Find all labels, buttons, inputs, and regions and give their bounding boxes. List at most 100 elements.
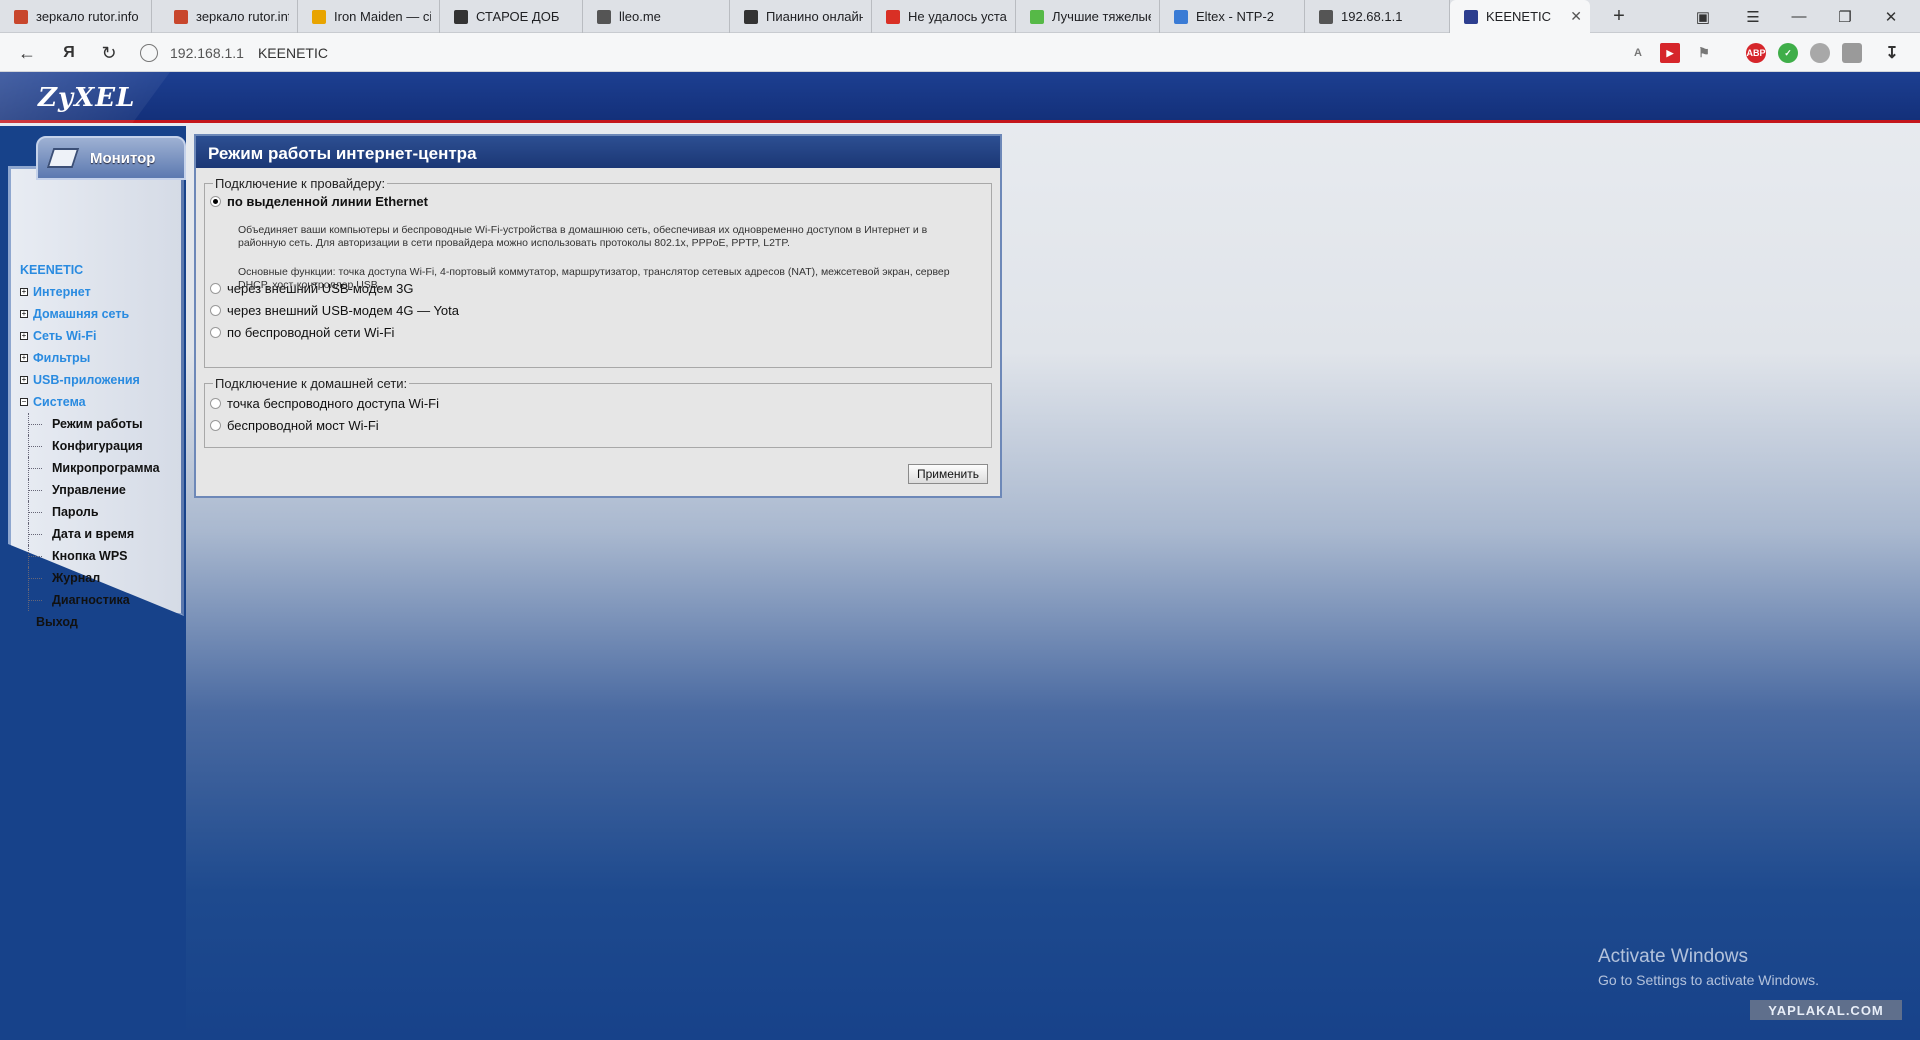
router-header: ZyXEL xyxy=(0,72,1920,123)
menu-item[interactable]: Дата и время xyxy=(20,523,180,545)
menu-item[interactable]: Кнопка WPS xyxy=(20,545,180,567)
browser-tab[interactable]: зеркало rutor.info xyxy=(0,0,152,33)
url-host: 192.168.1.1 xyxy=(170,45,244,61)
home-network-option[interactable]: беспроводной мост Wi-Fi xyxy=(210,418,379,433)
browser-tab[interactable]: Eltex - NTP-2 xyxy=(1160,0,1305,33)
radio-button[interactable] xyxy=(210,196,221,207)
menu-item[interactable]: Пароль xyxy=(20,501,180,523)
browser-tab[interactable]: Не удалось устан xyxy=(872,0,1016,33)
menu-exit[interactable]: Выход xyxy=(20,611,180,633)
zyxel-icon xyxy=(1464,9,1478,24)
adblock-icon[interactable]: ABP xyxy=(1746,43,1766,63)
browser-tab[interactable]: lleo.me xyxy=(583,0,730,33)
browser-tab[interactable]: Лучшие тяжелые xyxy=(1016,0,1160,33)
new-tab-button[interactable]: + xyxy=(1596,0,1642,33)
browser-tab[interactable]: Пианино онлайн xyxy=(730,0,872,33)
router-page: ZyXEL Монитор KEENETIC + Интернет + Домашняя… xyxy=(0,72,1920,1040)
menu-group[interactable]: + Домашняя сеть xyxy=(20,303,180,325)
menu-group-label: USB-приложения xyxy=(33,373,140,387)
monitor-icon xyxy=(46,148,80,168)
option-label: беспроводной мост Wi-Fi xyxy=(227,418,379,433)
menu-brand[interactable]: KEENETIC xyxy=(20,259,180,281)
radio-button[interactable] xyxy=(210,327,221,338)
page-icon xyxy=(1319,9,1333,24)
translate-icon[interactable]: A xyxy=(1628,43,1648,63)
radio-button[interactable] xyxy=(210,283,221,294)
back-icon[interactable]: ← xyxy=(14,40,40,66)
menu-item[interactable]: Диагностика xyxy=(20,589,180,611)
expand-icon[interactable]: + xyxy=(20,288,28,296)
extension-icon[interactable] xyxy=(1810,43,1830,63)
menu-group[interactable]: + Сеть Wi-Fi xyxy=(20,325,180,347)
tab-title: Iron Maiden — ci xyxy=(334,9,431,24)
menu-item[interactable]: Журнал xyxy=(20,567,180,589)
mail-icon xyxy=(886,9,900,24)
menu-group-label: Система xyxy=(33,395,86,409)
tab-title: Лучшие тяжелые xyxy=(1052,9,1151,24)
close-window-icon[interactable]: ✕ xyxy=(1868,0,1914,33)
radio-button[interactable] xyxy=(210,398,221,409)
download-icon[interactable]: ↧ xyxy=(1882,43,1902,63)
left-column: Монитор KEENETIC + Интернет + Домашняя сеть +… xyxy=(0,126,186,1040)
tab-list-icon[interactable]: ▣ xyxy=(1680,0,1726,33)
activate-windows-notice: Activate Windows Go to Settings to activ… xyxy=(1598,946,1819,988)
provider-option[interactable]: через внешний USB-модем 4G — Yota xyxy=(210,303,459,318)
browser-tab[interactable]: СТАРОЕ ДОБ xyxy=(440,0,583,33)
close-tab-icon[interactable]: ✕ xyxy=(1570,8,1582,25)
monitor-tab[interactable]: Монитор xyxy=(36,136,186,180)
activate-title: Activate Windows xyxy=(1598,946,1748,967)
url-field[interactable]: 192.168.1.1 KEENETIC xyxy=(140,40,1620,66)
menu-group[interactable]: − Система xyxy=(20,391,180,413)
home-network-option[interactable]: точка беспроводного доступа Wi-Fi xyxy=(210,396,439,411)
radio-button[interactable] xyxy=(210,305,221,316)
menu-item[interactable]: Конфигурация xyxy=(20,435,180,457)
browser-tab[interactable]: зеркало rutor.info xyxy=(160,0,298,33)
minimize-icon[interactable]: — xyxy=(1776,0,1822,33)
menu-group[interactable]: + Фильтры xyxy=(20,347,180,369)
yandex-icon[interactable]: Я xyxy=(56,40,82,66)
page-title-in-url: KEENETIC xyxy=(257,45,328,61)
music-icon xyxy=(312,9,326,24)
reload-icon[interactable]: ↻ xyxy=(96,40,122,66)
option-label: по выделенной линии Ethernet xyxy=(227,194,428,209)
menu-item[interactable]: Управление xyxy=(20,479,180,501)
tab-title: Не удалось устан xyxy=(908,9,1007,24)
menu-item[interactable]: Режим работы xyxy=(20,413,180,435)
restore-icon[interactable]: ❐ xyxy=(1822,0,1868,33)
collapse-icon[interactable]: − xyxy=(20,398,28,406)
menu-icon[interactable]: ☰ xyxy=(1730,0,1776,33)
site-info-icon[interactable] xyxy=(140,44,158,62)
tab-title: зеркало rutor.info xyxy=(36,9,139,24)
expand-icon[interactable]: + xyxy=(20,332,28,340)
browser-tab[interactable]: Iron Maiden — ci xyxy=(298,0,440,33)
page-icon xyxy=(597,9,611,24)
eltex-icon xyxy=(1174,9,1188,24)
menu-item[interactable]: Микропрограмма xyxy=(20,457,180,479)
apply-button[interactable]: Применить xyxy=(908,464,988,484)
radio-button[interactable] xyxy=(210,420,221,431)
tab-title: зеркало rutor.info xyxy=(196,9,289,24)
provider-option[interactable]: по выделенной линии Ethernet xyxy=(210,194,428,209)
cloud-icon[interactable] xyxy=(1842,43,1862,63)
rutor-icon xyxy=(14,9,28,24)
menu-group-label: Домашняя сеть xyxy=(33,307,130,321)
expand-icon[interactable]: + xyxy=(20,376,28,384)
provider-option[interactable]: по беспроводной сети Wi-Fi xyxy=(210,325,394,340)
ethernet-features: Основные функции: точка доступа Wi-Fi, 4… xyxy=(238,266,950,291)
bookmark-icon[interactable]: ⚑ xyxy=(1694,43,1714,63)
menu-group-label: Интернет xyxy=(33,285,91,299)
browser-tab[interactable]: KEENETIC ✕ xyxy=(1450,0,1590,33)
zyxel-logo: ZyXEL xyxy=(0,72,170,123)
menu-group[interactable]: + Интернет xyxy=(20,281,180,303)
option-label: по беспроводной сети Wi-Fi xyxy=(227,325,395,340)
monitor-label: Монитор xyxy=(90,149,156,167)
menu-group[interactable]: + USB-приложения xyxy=(20,369,180,391)
bookmark-manager-icon[interactable]: ▶ xyxy=(1660,43,1680,63)
option-label: точка беспроводного доступа Wi-Fi xyxy=(227,396,439,411)
ethernet-description: Объединяет ваши компьютеры и беспроводны… xyxy=(238,224,928,249)
expand-icon[interactable]: + xyxy=(20,310,28,318)
option-label: через внешний USB-модем 4G — Yota xyxy=(227,303,459,318)
shield-icon[interactable]: ✓ xyxy=(1778,43,1798,63)
browser-tab[interactable]: 192.68.1.1 xyxy=(1305,0,1450,33)
expand-icon[interactable]: + xyxy=(20,354,28,362)
